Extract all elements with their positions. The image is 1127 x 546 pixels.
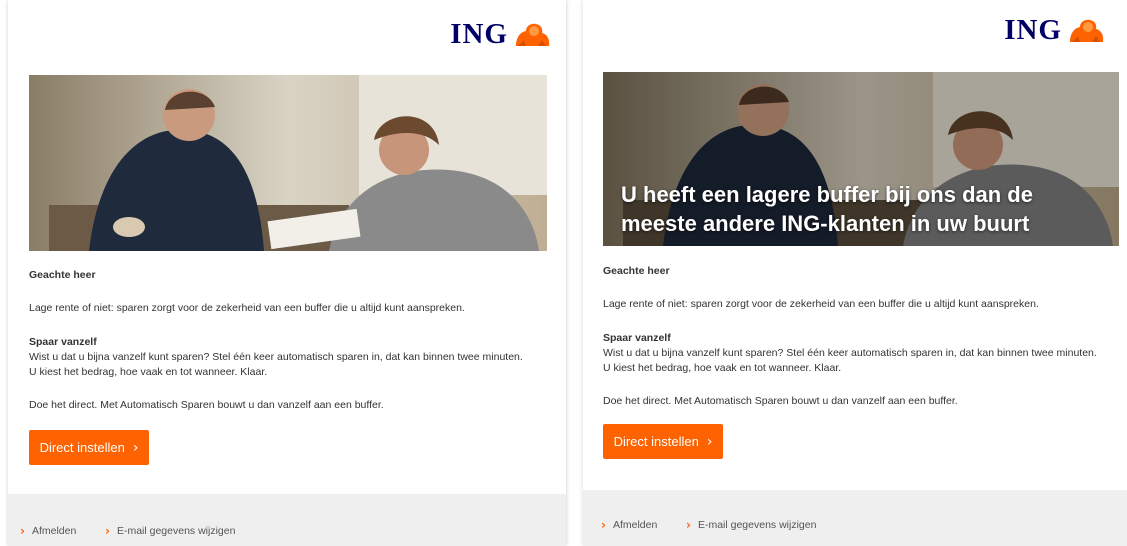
logo-wordmark: ING: [1004, 14, 1062, 46]
ing-logo[interactable]: ING: [450, 18, 552, 51]
section-line-1: Wist u dat u bijna vanzelf kunt sparen? …: [29, 351, 523, 363]
direct-instellen-button[interactable]: Direct instellen ›: [29, 430, 149, 465]
lion-icon: [1070, 19, 1104, 42]
edit-email-preferences-link[interactable]: › E-mail gegevens wijzigen: [105, 524, 235, 538]
chevron-right-icon: ›: [706, 433, 713, 450]
direct-instellen-button[interactable]: Direct instellen ›: [603, 424, 723, 459]
email-body: Geachte heer Lage rente of niet: sparen …: [29, 268, 549, 432]
section-line-2: U kiest het bedrag, hoe vaak en tot wann…: [603, 362, 842, 374]
email-body: Geachte heer Lage rente of niet: sparen …: [603, 264, 1123, 428]
section-title: Spaar vanzelf: [29, 336, 97, 348]
lion-icon: [516, 23, 550, 46]
unsubscribe-link[interactable]: › Afmelden: [20, 524, 76, 538]
closing-text: Doe het direct. Met Automatisch Sparen b…: [603, 395, 958, 407]
edit-email-preferences-label: E-mail gegevens wijzigen: [116, 525, 236, 537]
intro-text: Lage rente of niet: sparen zorgt voor de…: [603, 298, 1039, 310]
email-variant-a: ING Geachte heer Lage rente of niet: spa…: [8, 0, 566, 546]
unsubscribe-label: Afmelden: [612, 519, 658, 531]
hero-image: U heeft een lagere buffer bij ons dan de…: [603, 72, 1119, 246]
edit-email-preferences-link[interactable]: › E-mail gegevens wijzigen: [686, 518, 816, 532]
section-title: Spaar vanzelf: [603, 332, 671, 344]
hero-image: [29, 75, 547, 251]
email-footer: › Afmelden › E-mail gegevens wijzigen: [583, 490, 1127, 546]
section-line-1: Wist u dat u bijna vanzelf kunt sparen? …: [603, 347, 1097, 359]
hero-headline: U heeft een lagere buffer bij ons dan de…: [621, 182, 1033, 236]
email-variant-b: ING U heeft een lagere buffer bij ons da…: [583, 0, 1127, 546]
greeting: Geachte heer: [29, 269, 96, 281]
chevron-right-icon: ›: [20, 524, 25, 538]
email-footer: › Afmelden › E-mail gegevens wijzigen: [8, 494, 566, 546]
intro-text: Lage rente of niet: sparen zorgt voor de…: [29, 302, 465, 314]
unsubscribe-link[interactable]: › Afmelden: [601, 518, 657, 532]
section-line-2: U kiest het bedrag, hoe vaak en tot wann…: [29, 366, 268, 378]
greeting: Geachte heer: [603, 265, 670, 277]
cta-label: Direct instellen: [39, 440, 125, 455]
chevron-right-icon: ›: [105, 524, 110, 538]
closing-text: Doe het direct. Met Automatisch Sparen b…: [29, 399, 384, 411]
ing-logo[interactable]: ING: [1004, 14, 1106, 47]
chevron-right-icon: ›: [132, 439, 139, 456]
chevron-right-icon: ›: [686, 518, 691, 532]
logo-wordmark: ING: [450, 18, 508, 50]
chevron-right-icon: ›: [601, 518, 606, 532]
edit-email-preferences-label: E-mail gegevens wijzigen: [697, 519, 817, 531]
cta-label: Direct instellen: [613, 434, 699, 449]
unsubscribe-label: Afmelden: [31, 525, 77, 537]
